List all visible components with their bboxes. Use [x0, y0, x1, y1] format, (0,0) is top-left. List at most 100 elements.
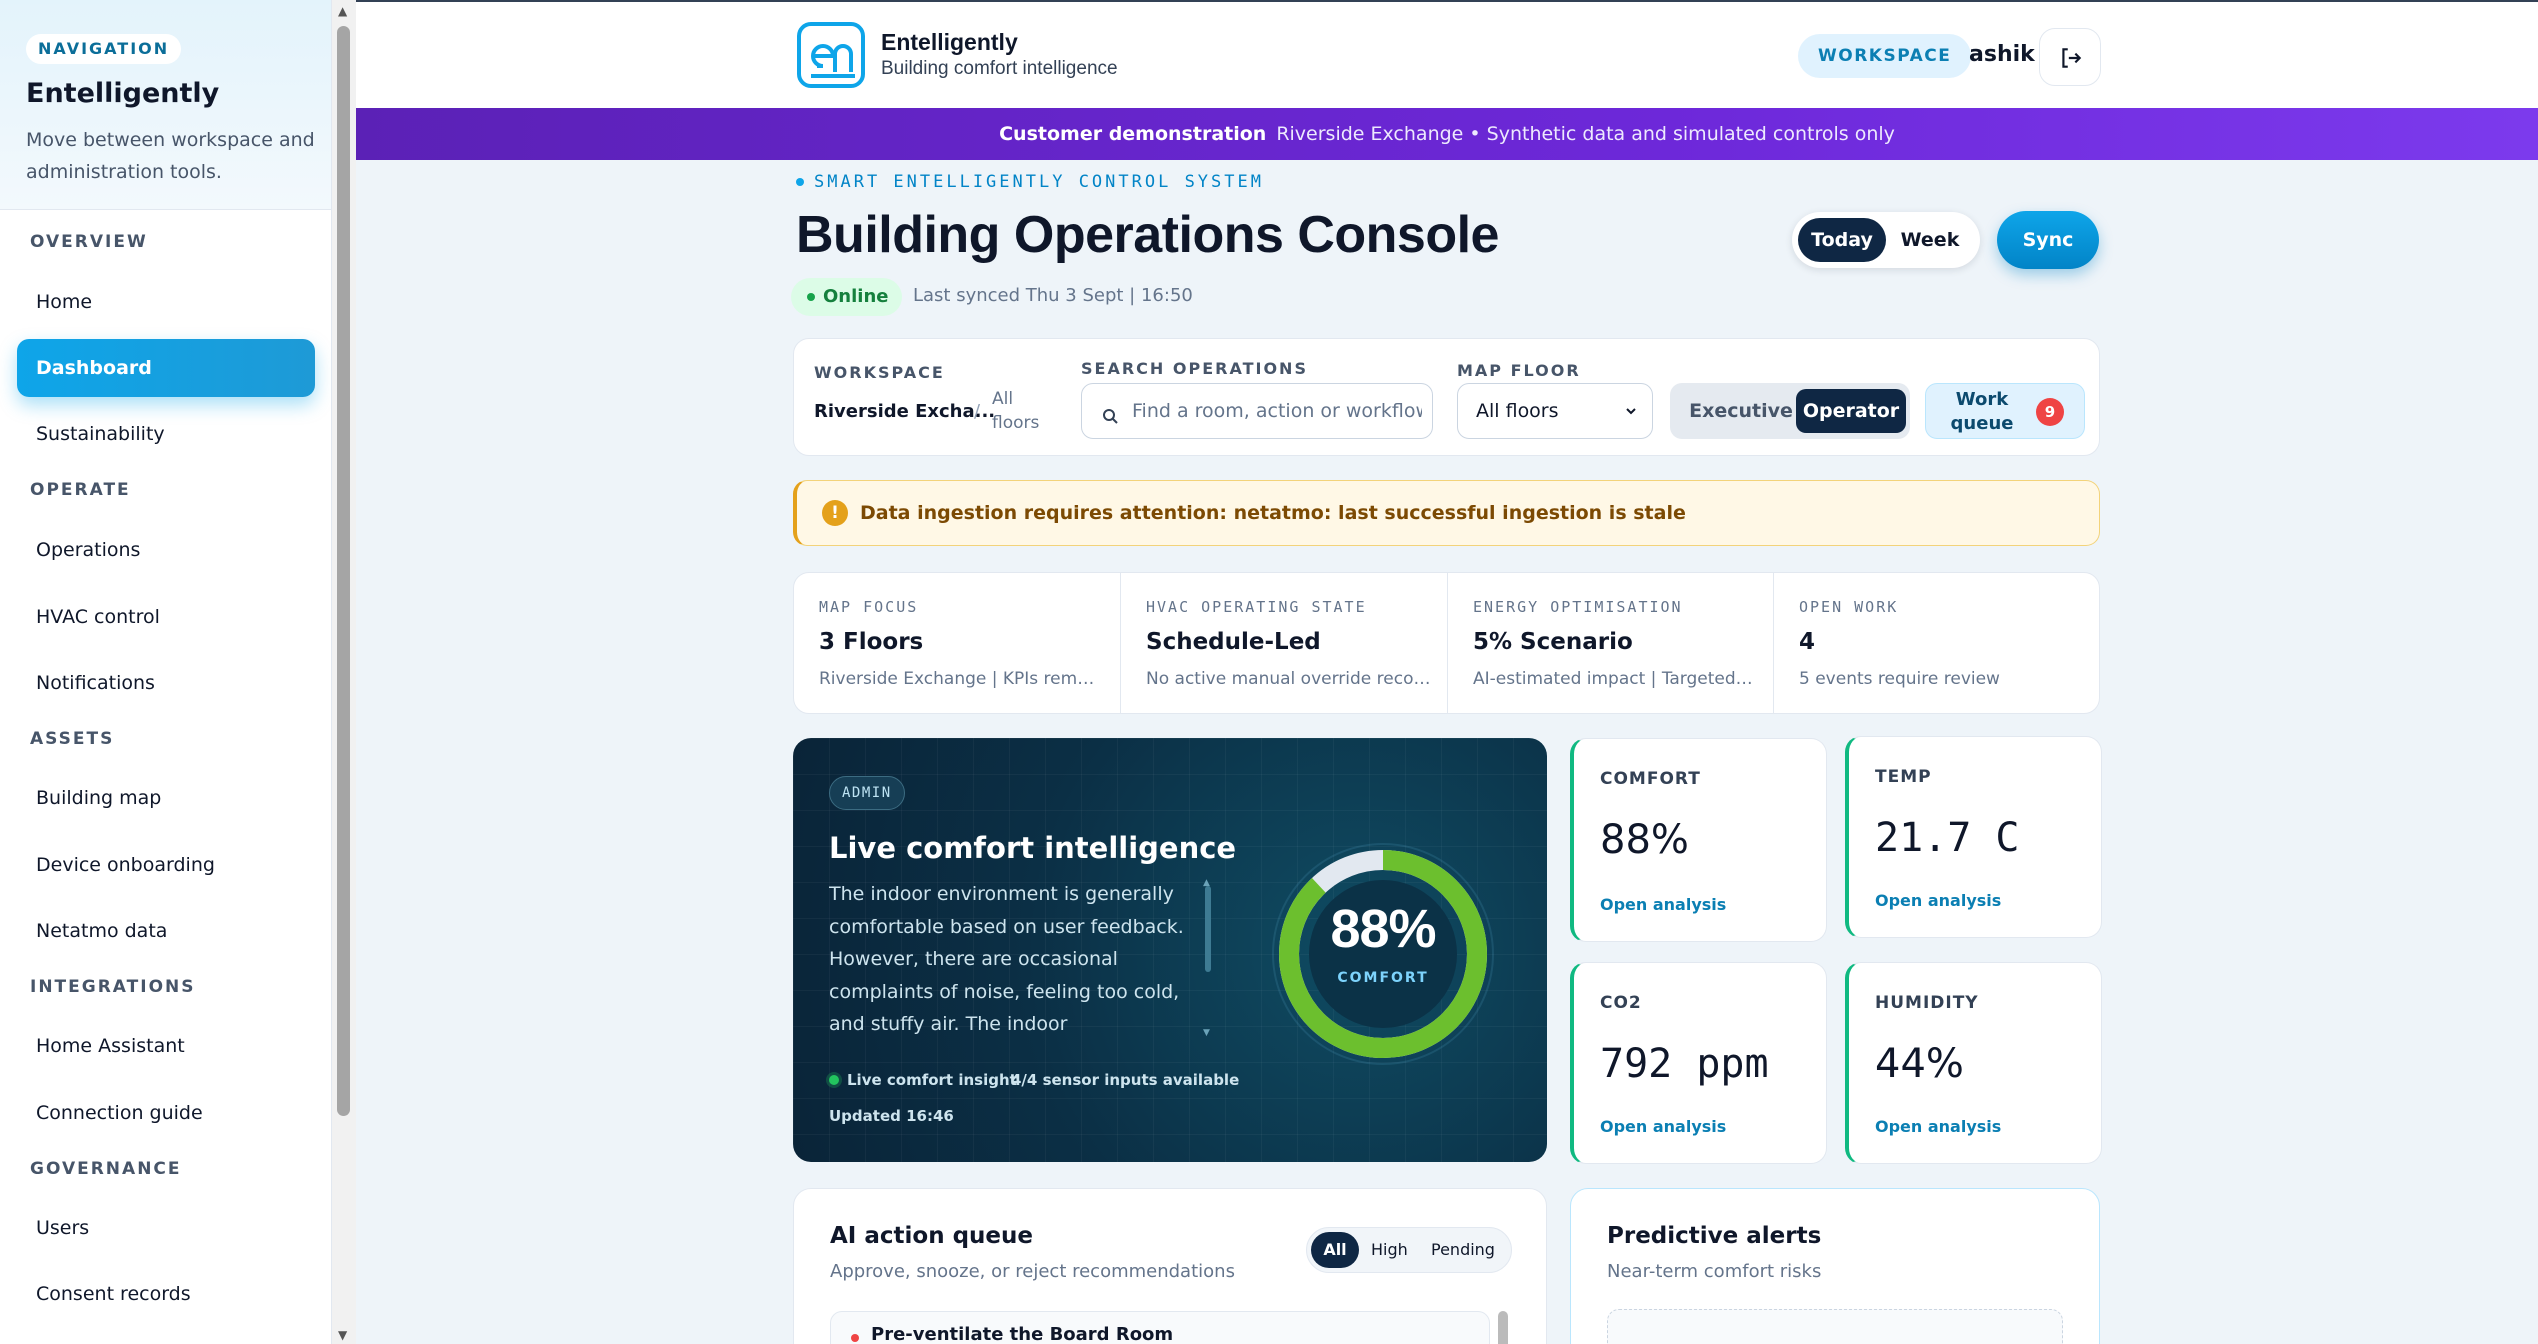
- status-dot-icon: [807, 293, 815, 301]
- comfort-ring-label: COMFORT: [1337, 970, 1429, 986]
- scroll-up-arrow-icon[interactable]: ▲: [338, 4, 347, 18]
- sidebar-item-connection-guide[interactable]: Connection guide: [17, 1084, 315, 1142]
- kpi-value: 4: [1799, 629, 1816, 655]
- status-badge: Online: [791, 278, 903, 316]
- mode-operator-button[interactable]: Operator: [1796, 389, 1906, 433]
- floor-select[interactable]: All floors: [1457, 383, 1653, 439]
- sidebar-item-netatmo-data[interactable]: Netatmo data: [17, 902, 315, 960]
- kpi-open-work[interactable]: OPEN WORK 4 5 events require review: [1773, 573, 2099, 713]
- brand-logo-icon: [797, 22, 865, 88]
- sidebar-item-device-onboarding[interactable]: Device onboarding: [17, 836, 315, 894]
- filter-high-button[interactable]: High: [1371, 1232, 1408, 1268]
- kpi-map-focus[interactable]: MAP FOCUS 3 Floors Riverside Exchange | …: [794, 573, 1120, 713]
- last-synced: Last synced Thu 3 Sept | 16:50: [913, 285, 1193, 306]
- sidebar-item-consent-records[interactable]: Consent records: [17, 1265, 315, 1323]
- page-eyebrow: SMART ENTELLIGENTLY CONTROL SYSTEM: [814, 172, 1264, 192]
- page-title: Building Operations Console: [796, 206, 1499, 264]
- hero-text-scrollbar[interactable]: [1205, 886, 1211, 972]
- floor-label: MAP FLOOR: [1457, 361, 1581, 380]
- metric-card-temp[interactable]: TEMP 21.7 C Open analysis: [1845, 736, 2102, 938]
- kpi-subtext: AI-estimated impact | Targeted zo...: [1473, 669, 1758, 689]
- sidebar-item-building-map[interactable]: Building map: [17, 769, 315, 827]
- admin-badge: ADMIN: [829, 776, 905, 810]
- section-governance: GOVERNANCE: [30, 1159, 182, 1179]
- kpi-subtext: No active manual override recorded: [1146, 669, 1431, 689]
- sidebar-item-hvac-control[interactable]: HVAC control: [17, 588, 315, 646]
- metric-value: 88%: [1600, 817, 1689, 863]
- filter-all-button[interactable]: All: [1311, 1232, 1359, 1268]
- work-queue-button[interactable]: Work queue 9: [1925, 383, 2085, 439]
- metric-label: TEMP: [1875, 767, 1932, 787]
- status-text: Online: [823, 286, 889, 307]
- chevron-down-icon: [1626, 408, 1636, 415]
- sensor-availability: 4/4 sensor inputs available: [1011, 1071, 1240, 1089]
- filter-pending-button[interactable]: Pending: [1431, 1232, 1495, 1268]
- sidebar-item-users[interactable]: Users: [17, 1199, 315, 1257]
- workspace-separator: /: [974, 401, 981, 422]
- kpi-value: Schedule-Led: [1146, 629, 1321, 655]
- kpi-energy-optimisation[interactable]: ENERGY OPTIMISATION 5% Scenario AI-estim…: [1447, 573, 1773, 713]
- work-queue-label: Work queue: [1950, 389, 2014, 434]
- kpi-label: ENERGY OPTIMISATION: [1473, 598, 1683, 616]
- metric-value: 21.7 C: [1875, 815, 2020, 861]
- kpi-label: OPEN WORK: [1799, 598, 1899, 616]
- kpi-strip: MAP FOCUS 3 Floors Riverside Exchange | …: [793, 572, 2100, 714]
- filter-bar: WORKSPACE Riverside Excha... / All floor…: [793, 338, 2100, 456]
- ai-queue-scrollbar[interactable]: [1498, 1311, 1508, 1344]
- live-dot-icon: [829, 1075, 839, 1085]
- open-analysis-link[interactable]: Open analysis: [1875, 1117, 2001, 1136]
- range-week-button[interactable]: Week: [1890, 218, 1970, 262]
- workspace-value[interactable]: Riverside Excha...: [814, 401, 995, 422]
- metric-card-co2[interactable]: CO2 792 ppm Open analysis: [1570, 962, 1827, 1164]
- navigation-tag: NAVIGATION: [26, 34, 182, 64]
- sidebar-item-sustainability[interactable]: Sustainability: [17, 405, 315, 463]
- sidebar-item-dashboard[interactable]: Dashboard: [17, 339, 315, 397]
- metric-card-humidity[interactable]: HUMIDITY 44% Open analysis: [1845, 962, 2102, 1164]
- metric-value: 792 ppm: [1600, 1041, 1769, 1087]
- scroll-down-arrow-icon[interactable]: ▼: [338, 1328, 347, 1342]
- sidebar-item-notifications[interactable]: Notifications: [17, 654, 315, 712]
- sidebar-header: NAVIGATION Entelligently Move between wo…: [0, 0, 331, 210]
- logout-icon: [2062, 48, 2082, 68]
- predictive-subtitle: Near-term comfort risks: [1607, 1261, 1822, 1282]
- comfort-hero-card: ADMIN Live comfort intelligence The indo…: [793, 738, 1547, 1162]
- sidebar-item-home-assistant[interactable]: Home Assistant: [17, 1017, 315, 1075]
- hero-title: Live comfort intelligence: [829, 831, 1237, 865]
- sidebar-item-operations[interactable]: Operations: [17, 521, 315, 579]
- priority-dot-icon: [851, 1334, 859, 1342]
- logout-button[interactable]: [2039, 28, 2101, 86]
- work-queue-count-badge: 9: [2036, 398, 2064, 426]
- ai-queue-item[interactable]: Pre-ventilate the Board Room: [830, 1311, 1490, 1344]
- open-analysis-link[interactable]: Open analysis: [1600, 1117, 1726, 1136]
- open-analysis-link[interactable]: Open analysis: [1600, 895, 1726, 914]
- alert-text: Data ingestion requires attention: netat…: [860, 502, 1686, 524]
- sidebar-scrollbar[interactable]: ▲ ▼: [332, 0, 356, 1344]
- sidebar: NAVIGATION Entelligently Move between wo…: [0, 0, 332, 1344]
- predictive-alerts: Predictive alerts Near-term comfort risk…: [1570, 1188, 2100, 1344]
- sidebar-description: Move between workspace and administratio…: [26, 129, 315, 183]
- metric-card-comfort[interactable]: COMFORT 88% Open analysis: [1570, 738, 1827, 942]
- section-overview: OVERVIEW: [30, 232, 148, 252]
- search-box: [1081, 383, 1433, 439]
- workspace-label: WORKSPACE: [814, 363, 945, 382]
- sync-button[interactable]: Sync: [1997, 211, 2099, 269]
- open-analysis-link[interactable]: Open analysis: [1875, 891, 2001, 910]
- user-name: ashik: [1969, 42, 2035, 67]
- section-assets: ASSETS: [30, 729, 115, 749]
- mode-executive-button[interactable]: Executive: [1678, 389, 1804, 433]
- section-operate: OPERATE: [30, 480, 131, 500]
- search-input[interactable]: [1132, 384, 1422, 438]
- ai-queue-filter: All High Pending: [1306, 1227, 1512, 1273]
- ai-queue-title: AI action queue: [830, 1223, 1033, 1249]
- range-today-button[interactable]: Today: [1798, 218, 1886, 262]
- kpi-subtext: Riverside Exchange | KPIs remain ...: [819, 669, 1104, 689]
- workspace-pill[interactable]: WORKSPACE: [1798, 34, 1972, 78]
- sidebar-item-home[interactable]: Home: [17, 273, 315, 331]
- kpi-hvac-state[interactable]: HVAC OPERATING STATE Schedule-Led No act…: [1120, 573, 1446, 713]
- ai-queue-item-title: Pre-ventilate the Board Room: [871, 1324, 1174, 1344]
- sidebar-title: Entelligently: [26, 78, 220, 109]
- demo-banner: Customer demonstration Riverside Exchange…: [356, 108, 2538, 160]
- scrollbar-thumb[interactable]: [337, 26, 350, 1116]
- comfort-ring-value: 88%: [1330, 899, 1436, 959]
- hero-scroll-down-icon[interactable]: ▼: [1203, 1028, 1210, 1038]
